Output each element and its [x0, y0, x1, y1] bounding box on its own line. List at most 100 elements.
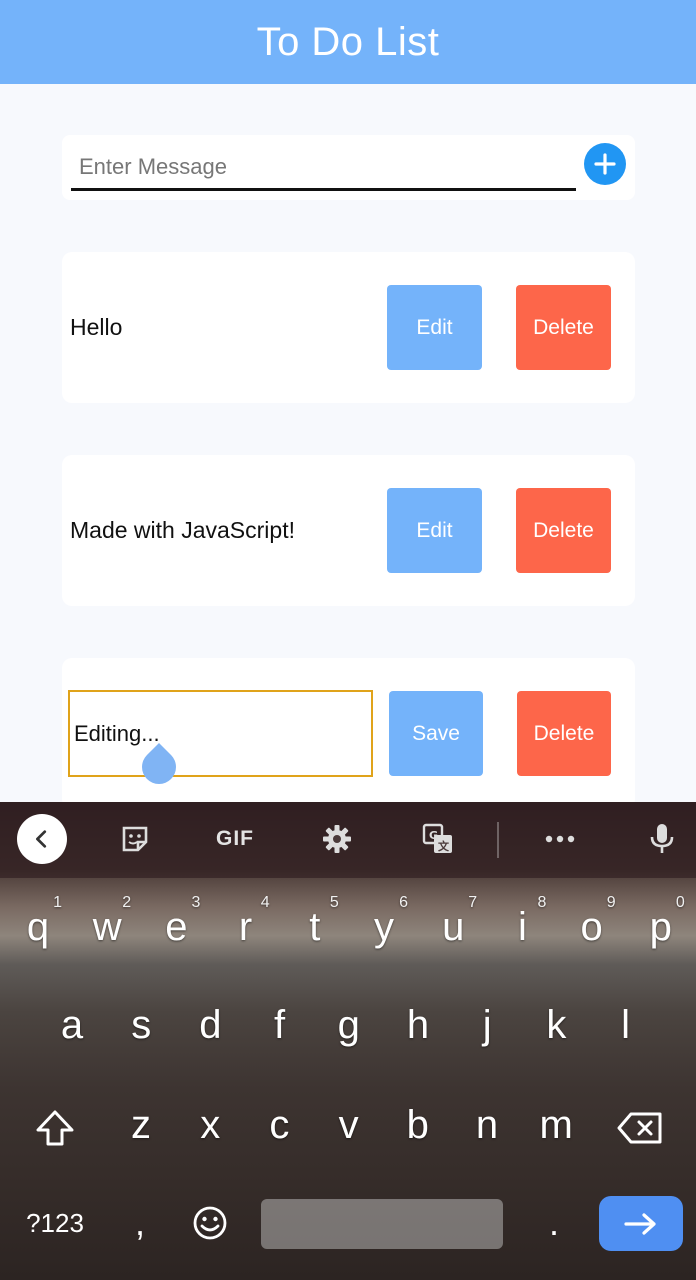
key-o[interactable]: o9 — [558, 882, 626, 972]
todo-text: Made with JavaScript! — [70, 517, 295, 543]
edit-button[interactable]: Edit — [387, 285, 482, 370]
key-hint: 2 — [122, 894, 132, 911]
key-v[interactable]: v — [315, 1080, 383, 1170]
key-label: b — [406, 1102, 429, 1147]
backspace-icon — [617, 1112, 662, 1144]
sticker-button[interactable] — [112, 816, 158, 862]
key-r[interactable]: r4 — [212, 882, 280, 972]
delete-button[interactable]: Delete — [516, 285, 611, 370]
key-f[interactable]: f — [246, 980, 314, 1070]
key-label: m — [539, 1102, 573, 1147]
todo-text: Hello — [70, 314, 123, 340]
key-label: f — [274, 1002, 286, 1047]
settings-button[interactable] — [314, 816, 360, 862]
key-hint: 9 — [606, 894, 616, 911]
message-entry-card — [62, 135, 635, 200]
gif-button[interactable]: GIF — [206, 816, 264, 862]
key-d[interactable]: d — [176, 980, 244, 1070]
todo-item-editing: Save Delete — [62, 658, 635, 802]
key-hint: 7 — [468, 894, 478, 911]
key-hint: 5 — [329, 894, 339, 911]
todo-edit-input[interactable] — [68, 690, 373, 777]
key-b[interactable]: b — [384, 1080, 452, 1170]
enter-key[interactable] — [599, 1196, 683, 1251]
key-label: z — [131, 1102, 151, 1147]
main-content: Hello Edit Delete Made with JavaScript! … — [0, 84, 696, 802]
app-title: To Do List — [256, 19, 440, 64]
save-button[interactable]: Save — [389, 691, 483, 776]
key-label: p — [649, 904, 672, 949]
todo-item: Hello Edit Delete — [62, 252, 635, 403]
key-g[interactable]: g — [315, 980, 383, 1070]
key-label: h — [406, 1002, 430, 1047]
svg-text:文: 文 — [438, 839, 450, 853]
more-horizontal-icon — [545, 835, 575, 843]
key-s[interactable]: s — [107, 980, 175, 1070]
gear-icon — [323, 825, 351, 853]
key-i[interactable]: i8 — [488, 882, 556, 972]
key-label: x — [200, 1102, 221, 1147]
key-hint: 0 — [675, 894, 685, 911]
key-x[interactable]: x — [176, 1080, 244, 1170]
delete-button[interactable]: Delete — [516, 488, 611, 573]
key-label: c — [269, 1102, 290, 1147]
key-hint: 4 — [260, 894, 270, 911]
translate-icon: G文 — [422, 823, 452, 853]
message-input[interactable] — [71, 145, 576, 191]
key-label: q — [26, 904, 50, 949]
key-y[interactable]: y6 — [350, 882, 418, 972]
emoji-icon — [193, 1206, 227, 1240]
add-button[interactable] — [584, 143, 626, 185]
key-c[interactable]: c — [245, 1080, 313, 1170]
toolbar-divider — [497, 822, 499, 858]
translate-button[interactable]: G文 — [415, 816, 461, 862]
key-l[interactable]: l — [592, 980, 660, 1070]
key-h[interactable]: h — [384, 980, 452, 1070]
key-e[interactable]: e3 — [142, 882, 210, 972]
key-k[interactable]: k — [522, 980, 590, 1070]
key-w[interactable]: w2 — [73, 882, 141, 972]
key-hint: 8 — [537, 894, 547, 911]
key-label: j — [482, 1002, 492, 1047]
key-label: i — [517, 904, 527, 949]
key-label: n — [475, 1102, 499, 1147]
key-label: r — [238, 904, 253, 949]
period-key[interactable]: . — [522, 1178, 586, 1268]
emoji-key[interactable] — [178, 1178, 242, 1268]
gif-label: GIF — [216, 827, 254, 850]
more-options-button[interactable] — [537, 816, 583, 862]
key-label: o — [580, 904, 603, 949]
key-n[interactable]: n — [453, 1080, 521, 1170]
key-z[interactable]: z — [107, 1080, 175, 1170]
key-hint: 3 — [191, 894, 201, 911]
symbols-key[interactable]: ?123 — [14, 1178, 96, 1268]
edit-button[interactable]: Edit — [387, 488, 482, 573]
todo-item: Made with JavaScript! Edit Delete — [62, 455, 635, 606]
comma-key[interactable]: , — [108, 1178, 172, 1268]
shift-key[interactable] — [22, 1083, 88, 1173]
key-label: s — [131, 1002, 152, 1047]
key-label: v — [338, 1102, 359, 1147]
key-label: g — [337, 1002, 360, 1047]
voice-input-button[interactable] — [640, 816, 684, 862]
key-q[interactable]: q1 — [4, 882, 72, 972]
keyboard-back-button[interactable] — [17, 814, 67, 864]
svg-text:G: G — [429, 829, 438, 842]
key-label: w — [92, 904, 122, 949]
key-u[interactable]: u7 — [419, 882, 487, 972]
key-a[interactable]: a — [38, 980, 106, 1070]
key-p[interactable]: p0 — [627, 882, 695, 972]
arrow-right-icon — [624, 1212, 656, 1235]
key-hint: 6 — [399, 894, 408, 911]
backspace-key[interactable] — [606, 1083, 674, 1173]
space-key[interactable] — [261, 1199, 503, 1249]
key-label: y — [374, 904, 394, 949]
key-m[interactable]: m — [522, 1080, 590, 1170]
sticker-icon — [122, 826, 148, 852]
plus-icon — [594, 153, 616, 175]
key-j[interactable]: j — [453, 980, 521, 1070]
key-hint: 1 — [53, 894, 62, 911]
microphone-icon — [650, 824, 674, 853]
key-t[interactable]: t5 — [281, 882, 349, 972]
delete-button[interactable]: Delete — [517, 691, 611, 776]
